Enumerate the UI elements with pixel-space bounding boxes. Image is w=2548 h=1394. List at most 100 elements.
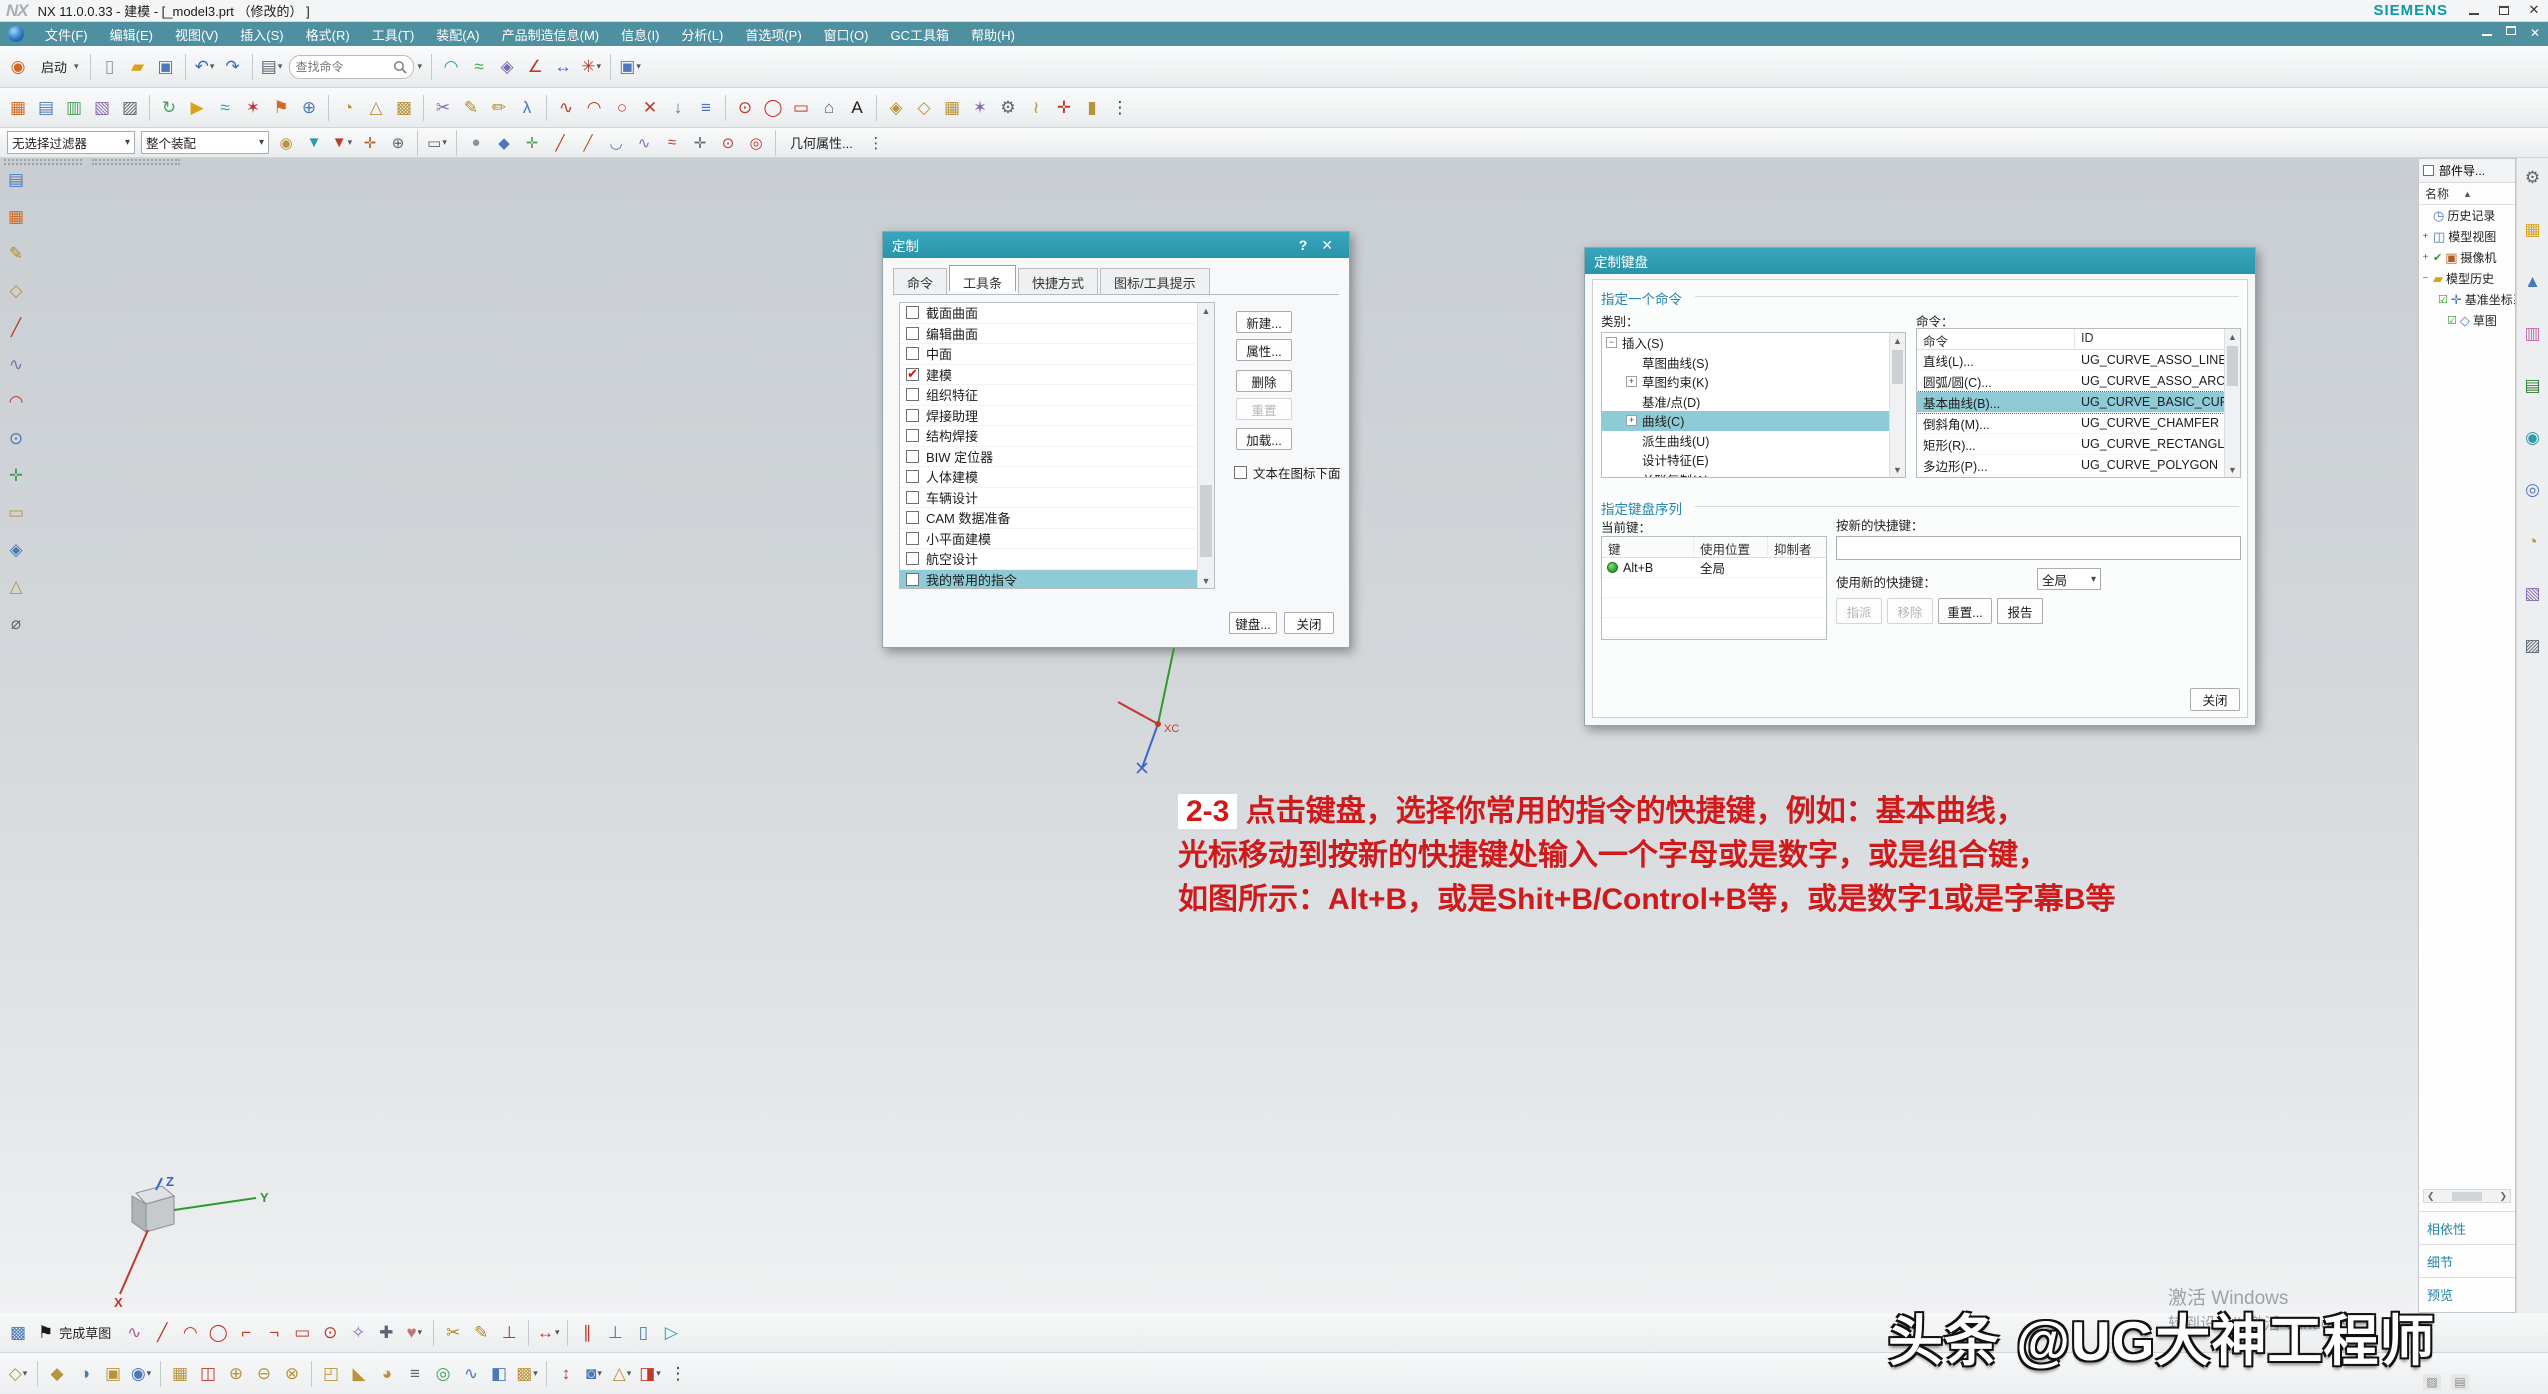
navigator-gear-icon[interactable]: ⚙ [2521, 166, 2545, 190]
delete-button[interactable]: 删除 [1236, 370, 1292, 392]
sort-arrow-icon[interactable]: ▲ [2463, 189, 2472, 199]
start-menu-button[interactable]: 启动 [33, 53, 84, 81]
redo-icon[interactable]: ↷ [220, 53, 246, 81]
sep[interactable] [423, 95, 424, 121]
sep[interactable] [433, 1320, 434, 1346]
node-datum-csys[interactable]: ☑ ✛ 基准坐标系 [2419, 289, 2515, 310]
toolbar-checkbox[interactable] [906, 511, 919, 524]
cmd-basic-curves[interactable]: 基本曲线(B)... UG_CURVE_BASIC_CURVES [1917, 392, 2224, 413]
toolbar-item[interactable]: 组织特征 [900, 385, 1197, 406]
manage-parts-icon[interactable]: ▨ [2521, 634, 2545, 658]
sep[interactable] [876, 95, 877, 121]
block-icon[interactable]: ▣ [100, 1360, 126, 1388]
selection-scope-dropdown[interactable]: 整个装配 [141, 131, 269, 154]
constraint-navigator-icon[interactable]: ▲ [2521, 270, 2545, 294]
cone-tool-icon[interactable]: △ [3, 573, 29, 601]
menu-gc-toolbox[interactable]: GC工具箱 [879, 22, 960, 47]
customize-dialog-titlebar[interactable]: 定制 ? ✕ [883, 232, 1349, 258]
chamfer-icon[interactable]: ◣ [346, 1360, 372, 1388]
studio-spline-icon[interactable]: ✧ [345, 1319, 371, 1347]
sphere-analysis-icon[interactable]: ◔ [335, 94, 361, 122]
intersect-curve-icon[interactable]: ✕ [637, 94, 663, 122]
swirl-surface-icon[interactable]: ✶ [967, 94, 993, 122]
print-icon[interactable]: ▨ [117, 94, 143, 122]
menu-file[interactable]: 文件(F) [34, 22, 99, 47]
expressions-icon[interactable]: ▤ [33, 94, 59, 122]
cmd-arc-circle[interactable]: 圆弧/圆(C)... UG_CURVE_ASSO_ARC [1917, 371, 2224, 392]
close-button[interactable]: ✕ [2526, 2, 2542, 18]
new-file-icon[interactable]: ▯ [97, 53, 123, 81]
ruled-surface-icon[interactable]: ◇ [911, 94, 937, 122]
key-row-empty[interactable] [1602, 618, 1826, 638]
command-finder-input[interactable]: 查找命令 [289, 55, 414, 79]
web-browser-icon[interactable]: ◎ [2521, 478, 2545, 502]
history-palette-icon[interactable]: ◔ [2521, 530, 2545, 554]
shade-tool-icon[interactable]: ◈ [3, 536, 29, 564]
sketch-pencil-icon[interactable]: ✎ [458, 94, 484, 122]
tree-insert[interactable]: − 插入(S) [1602, 333, 1889, 353]
move-object-icon[interactable]: ✛ [519, 131, 545, 155]
toolbar-checkbox[interactable] [906, 450, 919, 463]
shaded-ball-icon[interactable]: ● [463, 131, 489, 155]
remove-button[interactable]: 移除 [1887, 598, 1933, 624]
toolbar-checkbox[interactable] [906, 532, 919, 545]
tab-commands[interactable]: 命令 [893, 268, 947, 294]
pan-view-icon[interactable]: ≈ [466, 53, 492, 81]
nx-orb-icon[interactable]: ◉ [5, 53, 31, 81]
sketch-rect-icon[interactable]: ▭ [289, 1319, 315, 1347]
sep[interactable] [328, 95, 329, 121]
sketch-polygon-icon[interactable]: ⊙ [317, 1319, 343, 1347]
boxes-icon[interactable]: ▩ [514, 1360, 540, 1388]
view-layout-icon[interactable]: ▦ [3, 203, 29, 231]
command-table-scrollbar[interactable]: ▲▼ [2224, 329, 2240, 477]
feature-info-icon[interactable]: ◧ [486, 1360, 512, 1388]
reset-button[interactable]: 重置 [1236, 398, 1292, 420]
curve-fit-icon[interactable]: ≈ [659, 131, 685, 155]
menu-format[interactable]: 格式(R) [295, 22, 361, 47]
text-below-icon-checkbox[interactable] [1234, 466, 1247, 479]
hole-icon[interactable]: ◉ [128, 1360, 154, 1388]
ring-icon[interactable]: ◎ [743, 131, 769, 155]
key-row-empty[interactable] [1602, 578, 1826, 598]
mirror-body-icon[interactable]: ◨ [637, 1360, 663, 1388]
reset-keys-button[interactable]: 重置... [1938, 598, 1992, 624]
hd3d-tools-icon[interactable]: ◉ [2521, 426, 2545, 450]
selection-filter-dropdown[interactable]: 无选择过滤器 [7, 131, 135, 154]
toolbar-item[interactable]: CAM 数据准备 [900, 508, 1197, 529]
quick-extend-icon[interactable]: ✎ [468, 1319, 494, 1347]
search-options-icon[interactable]: ▾ [418, 61, 423, 72]
toolbar-item[interactable]: 人体建模 [900, 467, 1197, 488]
spline-tool-icon[interactable]: ∿ [3, 351, 29, 379]
minimize-button[interactable] [2466, 2, 2482, 18]
pyramid-icon[interactable]: △ [609, 1360, 635, 1388]
keyboard-close-button[interactable]: 关闭 [2190, 688, 2240, 711]
tab-toolbars[interactable]: 工具条 [949, 265, 1016, 291]
toolbar-drag-handle[interactable] [4, 159, 82, 165]
child-close-button[interactable]: ✕ [2530, 26, 2540, 40]
body-measure-icon[interactable]: ◙ [581, 1360, 607, 1388]
snap-sphere-icon[interactable]: ◉ [273, 131, 299, 155]
sketch-fillet-icon[interactable]: ⌐ [233, 1319, 259, 1347]
sep[interactable] [149, 95, 150, 121]
open-icon[interactable]: ▰ [125, 53, 151, 81]
part-navigator-icon[interactable]: ▥ [2521, 322, 2545, 346]
parallel-constraint-icon[interactable]: ∥ [574, 1319, 600, 1347]
dialog-help-button[interactable]: ? [1292, 237, 1315, 253]
child-minimize-button[interactable] [2482, 26, 2492, 40]
view-triad[interactable]: Y X Z [108, 1176, 288, 1311]
tab-icons-tooltips[interactable]: 图标/工具提示 [1100, 268, 1210, 294]
toolbar-item[interactable]: 建模 [900, 365, 1197, 386]
cylinder-tool-icon[interactable]: ▮ [1079, 94, 1105, 122]
node-sketch[interactable]: ☑ ◇ 草图 [2419, 310, 2515, 331]
text-icon[interactable]: A [844, 94, 870, 122]
part-family-icon[interactable]: ▦ [5, 94, 31, 122]
toolbar-checkbox[interactable] [906, 470, 919, 483]
keyboard-dialog-titlebar[interactable]: 定制键盘 [1585, 248, 2255, 274]
toolbar-checkbox[interactable] [906, 491, 919, 504]
toolbar-item[interactable]: 航空设计 [900, 549, 1197, 570]
reuse-library-icon[interactable]: ▤ [2521, 374, 2545, 398]
name-column-header[interactable]: 名称 [2425, 185, 2449, 202]
filter-face-icon[interactable]: ▼ [301, 131, 327, 155]
ellipse-icon[interactable]: ◯ [760, 94, 786, 122]
command-column-header[interactable]: 命令 [1917, 329, 2075, 349]
